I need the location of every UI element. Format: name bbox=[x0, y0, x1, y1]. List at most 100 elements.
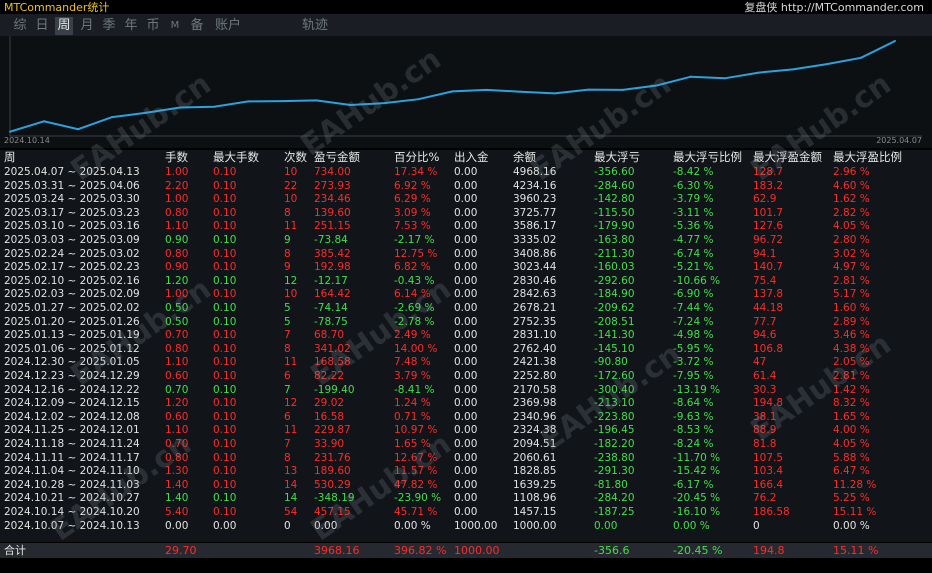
cell-pnl: -78.75 bbox=[314, 315, 348, 328]
tab-backup[interactable]: 备 bbox=[188, 17, 206, 35]
column-header-max-lots[interactable]: 最大手数 bbox=[213, 150, 259, 165]
cell-deposit: 0.00 bbox=[454, 370, 478, 382]
column-header-max-floating-loss[interactable]: 最大浮亏 bbox=[594, 150, 640, 165]
cell-count: 54 bbox=[284, 506, 298, 518]
cell-count: 10 bbox=[284, 193, 298, 206]
cell-max-floating-loss: -172.60 bbox=[594, 370, 635, 382]
cell-max-floating-profit-ratio: 1.60 % bbox=[833, 302, 870, 314]
chart-start-date: 2024.10.14 bbox=[4, 136, 50, 145]
table-row[interactable]: 2024.11.18 ~ 2024.11.24 0.70 0.10 7 33.90 1.6… bbox=[0, 438, 932, 452]
cell-deposit: 0.00 bbox=[454, 274, 478, 287]
table-row[interactable]: 2024.12.16 ~ 2024.12.22 0.70 0.10 7 -199.40 -… bbox=[0, 384, 932, 398]
cell-percent: 12.67 % bbox=[394, 451, 438, 464]
column-header-pnl[interactable]: 盈亏金额 bbox=[314, 150, 360, 165]
cell-balance: 3725.77 bbox=[513, 206, 557, 219]
column-header-percent[interactable]: 百分比% bbox=[394, 150, 439, 165]
table-row[interactable]: 2024.12.23 ~ 2024.12.29 0.60 0.10 6 82.22 3.7… bbox=[0, 370, 932, 384]
column-header-week[interactable]: 周 bbox=[4, 150, 16, 165]
table-row[interactable]: 2025.03.31 ~ 2025.04.06 2.20 0.10 22 273.93 6… bbox=[0, 180, 932, 194]
column-header-max-floating-profit[interactable]: 最大浮盈金额 bbox=[753, 150, 822, 165]
cell-balance: 1828.85 bbox=[513, 465, 557, 478]
tab-day[interactable]: 日 bbox=[33, 17, 51, 35]
cell-count: 22 bbox=[284, 179, 298, 192]
tab-trajectory[interactable]: 轨迹 bbox=[300, 17, 330, 35]
table-row[interactable]: 2025.01.27 ~ 2025.02.02 0.50 0.10 5 -74.14 -2… bbox=[0, 302, 932, 316]
table-row[interactable]: 2025.03.03 ~ 2025.03.09 0.90 0.10 9 -73.84 -2… bbox=[0, 234, 932, 248]
tab-month[interactable]: 月 bbox=[78, 17, 96, 35]
table-row[interactable]: 2024.12.09 ~ 2024.12.15 1.20 0.10 12 29.02 1.… bbox=[0, 397, 932, 411]
cell-max-floating-profit: 183.2 bbox=[753, 179, 784, 192]
table-row[interactable]: 2024.10.21 ~ 2024.10.27 1.40 0.10 14 -348.19… bbox=[0, 492, 932, 506]
table-row[interactable]: 2025.03.17 ~ 2025.03.23 0.80 0.10 8 139.60 3.… bbox=[0, 207, 932, 221]
equity-point bbox=[43, 120, 46, 123]
tab-summary[interactable]: 综 bbox=[11, 17, 29, 35]
cell-deposit: 0.00 bbox=[454, 451, 478, 464]
table-row[interactable]: 2024.11.11 ~ 2024.11.17 0.80 0.10 8 231.76 12… bbox=[0, 452, 932, 466]
cell-count: 7 bbox=[284, 438, 291, 450]
cell-pnl: 734.00 bbox=[314, 166, 351, 178]
tab-currency[interactable]: 币 bbox=[144, 17, 162, 35]
cell-deposit: 0.00 bbox=[454, 342, 478, 355]
cell-lots: 0.60 bbox=[165, 410, 189, 423]
cell-max-floating-loss-ratio: -13.19 % bbox=[673, 383, 721, 396]
tab-quarter[interactable]: 季 bbox=[100, 17, 118, 35]
table-row[interactable]: 2025.01.20 ~ 2025.01.26 0.50 0.10 5 -78.75 -2… bbox=[0, 316, 932, 330]
table-row[interactable]: 2025.03.24 ~ 2025.03.30 1.00 0.10 10 234.46 6… bbox=[0, 193, 932, 207]
cell-max-lots: 0.10 bbox=[213, 506, 237, 518]
column-header-lots[interactable]: 手数 bbox=[165, 150, 188, 165]
cell-max-floating-profit-ratio: 11.28 % bbox=[833, 478, 877, 491]
table-row[interactable]: 2024.10.07 ~ 2024.10.13 0.00 0.00 0 0.00 0.00… bbox=[0, 520, 932, 534]
cell-max-floating-profit-ratio: 2.96 % bbox=[833, 166, 870, 178]
column-header-count[interactable]: 次数 bbox=[284, 150, 307, 165]
equity-point bbox=[349, 103, 352, 106]
column-header-max-floating-loss-ratio[interactable]: 最大浮亏比例 bbox=[673, 150, 742, 165]
cell-max-floating-loss: -115.50 bbox=[594, 206, 635, 219]
cell-max-floating-loss: -213.10 bbox=[594, 397, 635, 410]
equity-point bbox=[689, 75, 692, 78]
table-row[interactable]: 2024.11.25 ~ 2024.12.01 1.10 0.10 11 229.87 1… bbox=[0, 424, 932, 438]
cell-max-floating-loss-ratio: -8.42 % bbox=[673, 166, 714, 178]
total-lots: 29.70 bbox=[165, 544, 197, 557]
column-header-deposit[interactable]: 出入金 bbox=[454, 150, 489, 165]
cell-lots: 0.70 bbox=[165, 383, 189, 396]
cell-percent: 45.71 % bbox=[394, 506, 438, 518]
table-row[interactable]: 2025.03.10 ~ 2025.03.16 1.10 0.10 11 251.15 7… bbox=[0, 220, 932, 234]
table-row[interactable]: 2024.11.04 ~ 2024.11.10 1.30 0.10 13 189.60 1… bbox=[0, 465, 932, 479]
table-row[interactable]: 2025.02.10 ~ 2025.02.16 1.20 0.10 12 -12.17 -… bbox=[0, 275, 932, 289]
cell-max-lots: 0.10 bbox=[213, 179, 237, 192]
cell-lots: 1.00 bbox=[165, 288, 189, 301]
cell-max-floating-loss: -142.80 bbox=[594, 193, 635, 206]
tab-year[interactable]: 年 bbox=[122, 17, 140, 35]
cell-count: 8 bbox=[284, 342, 291, 355]
cell-count: 14 bbox=[284, 492, 298, 505]
cell-max-floating-profit: 96.72 bbox=[753, 234, 784, 246]
table-row[interactable]: 2024.12.02 ~ 2024.12.08 0.60 0.10 6 16.58 0.7… bbox=[0, 411, 932, 425]
cell-deposit: 0.00 bbox=[454, 179, 478, 192]
column-header-balance[interactable]: 余额 bbox=[513, 150, 536, 165]
equity-point bbox=[9, 130, 11, 133]
table-row[interactable]: 2024.12.30 ~ 2025.01.05 1.10 0.10 11 168.58 7… bbox=[0, 356, 932, 370]
site-link[interactable]: 复盘侠 http://MTCommander.com bbox=[744, 0, 924, 15]
table-row[interactable]: 2025.04.07 ~ 2025.04.13 1.00 0.10 10 734.00 1… bbox=[0, 166, 932, 180]
cell-max-floating-profit: 75.4 bbox=[753, 274, 777, 287]
equity-curve-svg bbox=[9, 36, 922, 137]
cell-pnl: 82.22 bbox=[314, 370, 345, 382]
cell-week: 2024.12.23 ~ 2024.12.29 bbox=[4, 370, 140, 382]
table-row[interactable]: 2025.02.17 ~ 2025.02.23 0.90 0.10 9 192.98 6.… bbox=[0, 261, 932, 275]
column-header-max-floating-profit-ratio[interactable]: 最大浮盈比例 bbox=[833, 150, 902, 165]
table-row[interactable]: 2025.01.06 ~ 2025.01.12 0.80 0.10 8 341.02 14… bbox=[0, 343, 932, 357]
cell-deposit: 0.00 bbox=[454, 315, 478, 328]
table-row[interactable]: 2024.10.14 ~ 2024.10.20 5.40 0.10 54 457.15 4… bbox=[0, 506, 932, 520]
table-row[interactable]: 2025.02.24 ~ 2025.03.02 0.80 0.10 8 385.42 12… bbox=[0, 248, 932, 262]
tab-m[interactable]: M bbox=[168, 17, 182, 35]
tab-account[interactable]: 账户 bbox=[213, 17, 243, 35]
cell-balance: 4234.16 bbox=[513, 179, 557, 192]
cell-max-lots: 0.10 bbox=[213, 166, 237, 178]
table-row[interactable]: 2025.01.13 ~ 2025.01.19 0.70 0.10 7 68.70 2.4… bbox=[0, 329, 932, 343]
tab-week[interactable]: 周 bbox=[55, 17, 73, 35]
total-max-floating-loss: -356.6 bbox=[594, 544, 630, 557]
table-row[interactable]: 2024.10.28 ~ 2024.11.03 1.40 0.10 14 530.29 4… bbox=[0, 479, 932, 493]
cell-lots: 5.40 bbox=[165, 506, 189, 518]
table-row[interactable]: 2025.02.03 ~ 2025.02.09 1.00 0.10 10 164.42 6… bbox=[0, 288, 932, 302]
equity-point bbox=[485, 88, 488, 91]
